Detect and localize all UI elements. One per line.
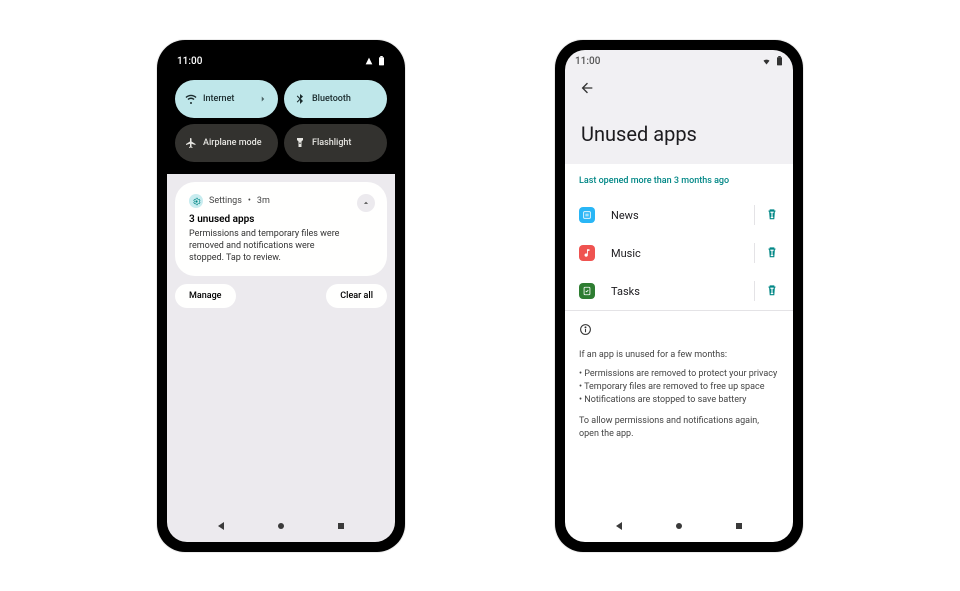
- tasks-app-icon: [579, 283, 595, 299]
- chevron-up-icon: [361, 198, 371, 208]
- clear-all-button[interactable]: Clear all: [326, 284, 387, 308]
- chevron-right-icon: [258, 94, 268, 104]
- screen-right: 11:00 Unused apps Last opened more than …: [565, 50, 793, 542]
- status-time: 11:00: [575, 56, 600, 67]
- trash-icon: [765, 245, 779, 259]
- notification-card[interactable]: Settings • 3m 3 unused apps Permissions …: [175, 182, 387, 276]
- app-row-music[interactable]: Music: [565, 234, 793, 272]
- page-title: Unused apps: [565, 104, 793, 164]
- info-icon: [579, 323, 779, 341]
- battery-icon: [378, 56, 385, 66]
- wifi-signal-icon: [364, 57, 374, 65]
- nav-home-icon[interactable]: [673, 520, 685, 532]
- notification-shade: Settings • 3m 3 unused apps Permissions …: [167, 174, 395, 510]
- app-row-tasks[interactable]: Tasks: [565, 272, 793, 310]
- nav-back-icon[interactable]: [215, 520, 227, 532]
- qs-tile-label: Internet: [203, 94, 252, 104]
- notification-body: Permissions and temporary files were rem…: [189, 228, 373, 264]
- navigation-bar: [167, 510, 395, 542]
- back-button[interactable]: [577, 78, 597, 98]
- section-header: Last opened more than 3 months ago: [565, 164, 793, 196]
- trash-icon: [765, 207, 779, 221]
- navigation-bar: [565, 510, 793, 542]
- notification-title: 3 unused apps: [189, 214, 373, 225]
- row-divider: [754, 205, 755, 225]
- app-name-label: Tasks: [611, 285, 744, 298]
- row-divider: [754, 243, 755, 263]
- nav-back-icon[interactable]: [613, 520, 625, 532]
- status-bar: 11:00: [565, 50, 793, 72]
- bullet: •: [248, 196, 251, 206]
- flashlight-icon: [294, 137, 306, 149]
- unused-apps-list: Last opened more than 3 months ago News: [565, 164, 793, 510]
- settings-app-icon: [189, 194, 203, 208]
- info-block: If an app is unused for a few months: Pe…: [565, 310, 793, 453]
- notification-app-name: Settings: [209, 196, 242, 206]
- app-name-label: News: [611, 209, 744, 222]
- qs-tile-label: Flashlight: [312, 138, 377, 148]
- status-bar: 11:00: [167, 50, 395, 72]
- music-app-icon: [579, 245, 595, 261]
- qs-tile-label: Airplane mode: [203, 138, 268, 148]
- info-bullet: Notifications are stopped to save batter…: [579, 394, 779, 407]
- qs-tile-bluetooth[interactable]: Bluetooth: [284, 80, 387, 118]
- notification-header: Settings • 3m: [189, 194, 373, 208]
- screen-left: 11:00 Internet Bluetooth Airpla: [167, 50, 395, 542]
- nav-recents-icon[interactable]: [335, 520, 347, 532]
- wifi-icon: [185, 93, 197, 105]
- device-left: 11:00 Internet Bluetooth Airpla: [157, 40, 405, 552]
- notification-time: 3m: [257, 196, 270, 206]
- arrow-back-icon: [579, 80, 595, 96]
- battery-icon: [776, 56, 783, 66]
- delete-button[interactable]: [765, 244, 779, 263]
- info-bullet: Permissions are removed to protect your …: [579, 368, 779, 381]
- device-right: 11:00 Unused apps Last opened more than …: [555, 40, 803, 552]
- quick-settings-panel: Internet Bluetooth Airplane mode Flashli…: [167, 72, 395, 174]
- quick-settings-grid: Internet Bluetooth Airplane mode Flashli…: [175, 80, 387, 162]
- airplane-icon: [185, 137, 197, 149]
- manage-button[interactable]: Manage: [175, 284, 236, 308]
- info-bullet: Temporary files are removed to free up s…: [579, 381, 779, 394]
- settings-page: Unused apps Last opened more than 3 mont…: [565, 72, 793, 510]
- collapse-button[interactable]: [357, 194, 375, 212]
- app-name-label: Music: [611, 247, 744, 260]
- news-app-icon: [579, 207, 595, 223]
- qs-tile-internet[interactable]: Internet: [175, 80, 278, 118]
- top-app-bar: [565, 72, 793, 104]
- nav-recents-icon[interactable]: [733, 520, 745, 532]
- delete-button[interactable]: [765, 282, 779, 301]
- info-heading: If an app is unused for a few months:: [579, 349, 779, 362]
- status-icons: [364, 56, 385, 66]
- nav-home-icon[interactable]: [275, 520, 287, 532]
- qs-tile-airplane[interactable]: Airplane mode: [175, 124, 278, 162]
- wifi-signal-icon: [761, 57, 772, 66]
- info-footer: To allow permissions and notifications a…: [579, 415, 779, 441]
- notification-actions: Manage Clear all: [175, 284, 387, 308]
- bluetooth-icon: [294, 93, 306, 105]
- delete-button[interactable]: [765, 206, 779, 225]
- qs-tile-flashlight[interactable]: Flashlight: [284, 124, 387, 162]
- row-divider: [754, 281, 755, 301]
- status-time: 11:00: [177, 56, 202, 67]
- qs-tile-label: Bluetooth: [312, 94, 377, 104]
- status-icons: [761, 56, 783, 66]
- trash-icon: [765, 283, 779, 297]
- info-bullet-list: Permissions are removed to protect your …: [579, 368, 779, 407]
- app-row-news[interactable]: News: [565, 196, 793, 234]
